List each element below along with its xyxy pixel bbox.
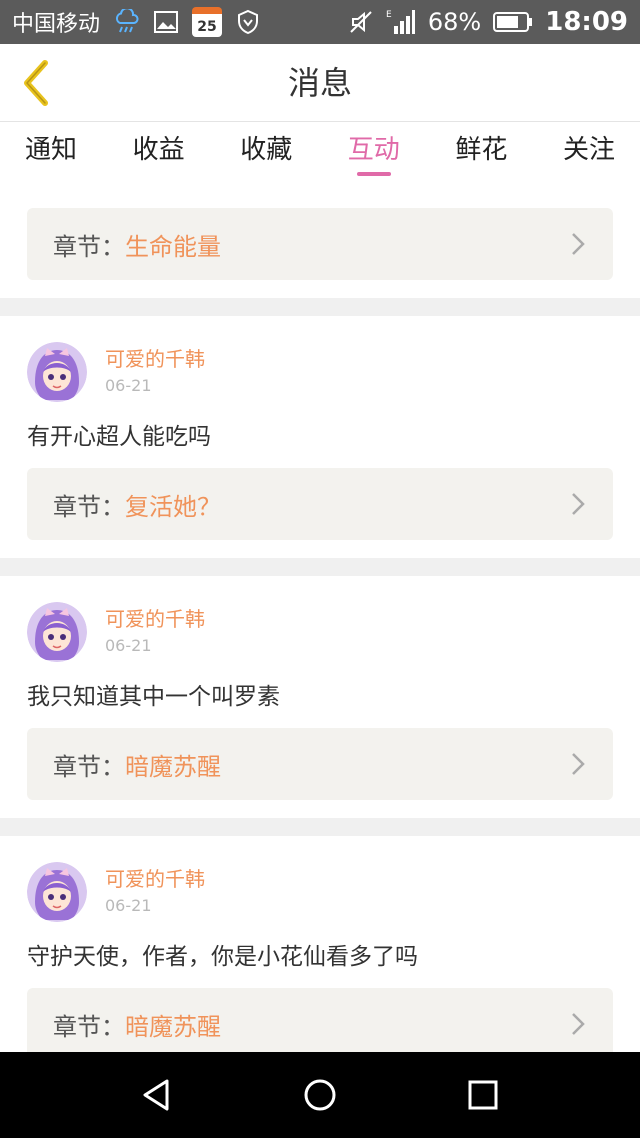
- chapter-label: 章节：: [53, 492, 125, 521]
- avatar[interactable]: [27, 602, 87, 662]
- chapter-link[interactable]: 章节： 暗魔苏醒: [27, 988, 613, 1052]
- chevron-right-icon: [571, 230, 587, 258]
- svg-text:E: E: [386, 10, 392, 20]
- tab-favorites[interactable]: 收藏: [240, 122, 292, 184]
- nav-back-button[interactable]: [127, 1065, 187, 1125]
- chapter-name: 暗魔苏醒: [125, 752, 221, 781]
- user-row: 可爱的千韩 06-21: [27, 836, 613, 922]
- chapter-name: 生命能量: [125, 232, 221, 261]
- list-item: 章节： 生命能量: [0, 184, 640, 298]
- list-item: 可爱的千韩 06-21 有开心超人能吃吗 章节： 复活她？: [0, 316, 640, 558]
- chevron-right-icon: [571, 750, 587, 778]
- tab-flowers[interactable]: 鲜花: [455, 122, 507, 184]
- mute-icon: [348, 9, 374, 35]
- system-nav-bar: [0, 1052, 640, 1138]
- chapter-name: 暗魔苏醒: [125, 1012, 221, 1041]
- carrier-name: 中国移动: [12, 12, 101, 37]
- user-name[interactable]: 可爱的千韩: [105, 865, 205, 893]
- chapter-link[interactable]: 章节： 复活她？: [27, 468, 613, 540]
- square-recents-icon: [468, 1080, 498, 1110]
- triangle-back-icon: [143, 1079, 169, 1111]
- app-header: 消息: [0, 44, 640, 122]
- tab-interaction[interactable]: 互动: [348, 122, 400, 184]
- avatar[interactable]: [27, 342, 87, 402]
- comment-text: 我只知道其中一个叫罗素: [27, 684, 280, 710]
- calendar-icon: 25: [192, 7, 223, 37]
- comment-text: 守护天使，作者，你是小花仙看多了吗: [27, 944, 418, 970]
- tab-notification[interactable]: 通知: [25, 122, 77, 184]
- user-row: 可爱的千韩 06-21: [27, 316, 613, 402]
- post-date: 06-21: [105, 376, 152, 395]
- message-list: 章节： 生命能量 可爱的千韩 06-21 有开心超人能吃吗 章节： 复活她？ 可…: [0, 184, 640, 1052]
- user-name[interactable]: 可爱的千韩: [105, 605, 205, 633]
- weather-rain-icon: [114, 9, 140, 35]
- shield-icon: [236, 9, 260, 35]
- list-item: 可爱的千韩 06-21 守护天使，作者，你是小花仙看多了吗 章节： 暗魔苏醒: [0, 836, 640, 1052]
- circle-home-icon: [304, 1079, 336, 1111]
- chapter-name: 复活她？: [125, 492, 221, 521]
- signal-icon: E: [386, 8, 416, 36]
- post-date: 06-21: [105, 896, 152, 915]
- chapter-link[interactable]: 章节： 生命能量: [27, 208, 613, 280]
- back-button[interactable]: [14, 58, 58, 108]
- tab-follow[interactable]: 关注: [563, 122, 615, 184]
- chapter-label: 章节：: [53, 752, 125, 781]
- tab-earnings[interactable]: 收益: [133, 122, 185, 184]
- chapter-label: 章节：: [53, 1012, 125, 1041]
- chapter-link[interactable]: 章节： 暗魔苏醒: [27, 728, 613, 800]
- chapter-label: 章节：: [53, 232, 125, 261]
- post-date: 06-21: [105, 636, 152, 655]
- nav-home-button[interactable]: [290, 1065, 350, 1125]
- tab-bar: 通知 收益 收藏 互动 鲜花 关注: [0, 122, 640, 184]
- user-row: 可爱的千韩 06-21: [27, 576, 613, 662]
- back-arrow-icon: [24, 60, 48, 106]
- page-title: 消息: [287, 64, 352, 102]
- battery-icon: [493, 11, 533, 33]
- list-item: 可爱的千韩 06-21 我只知道其中一个叫罗素 章节： 暗魔苏醒: [0, 576, 640, 818]
- chevron-right-icon: [571, 490, 587, 518]
- nav-recents-button[interactable]: [453, 1065, 513, 1125]
- user-name[interactable]: 可爱的千韩: [105, 345, 205, 373]
- clock: 18:09: [545, 7, 628, 37]
- comment-text: 有开心超人能吃吗: [27, 424, 211, 450]
- avatar[interactable]: [27, 862, 87, 922]
- battery-percent: 68%: [427, 8, 482, 36]
- chevron-right-icon: [571, 1010, 587, 1038]
- status-bar: 中国移动 25 E 68% 18:09: [0, 0, 640, 44]
- gallery-icon: [154, 11, 179, 33]
